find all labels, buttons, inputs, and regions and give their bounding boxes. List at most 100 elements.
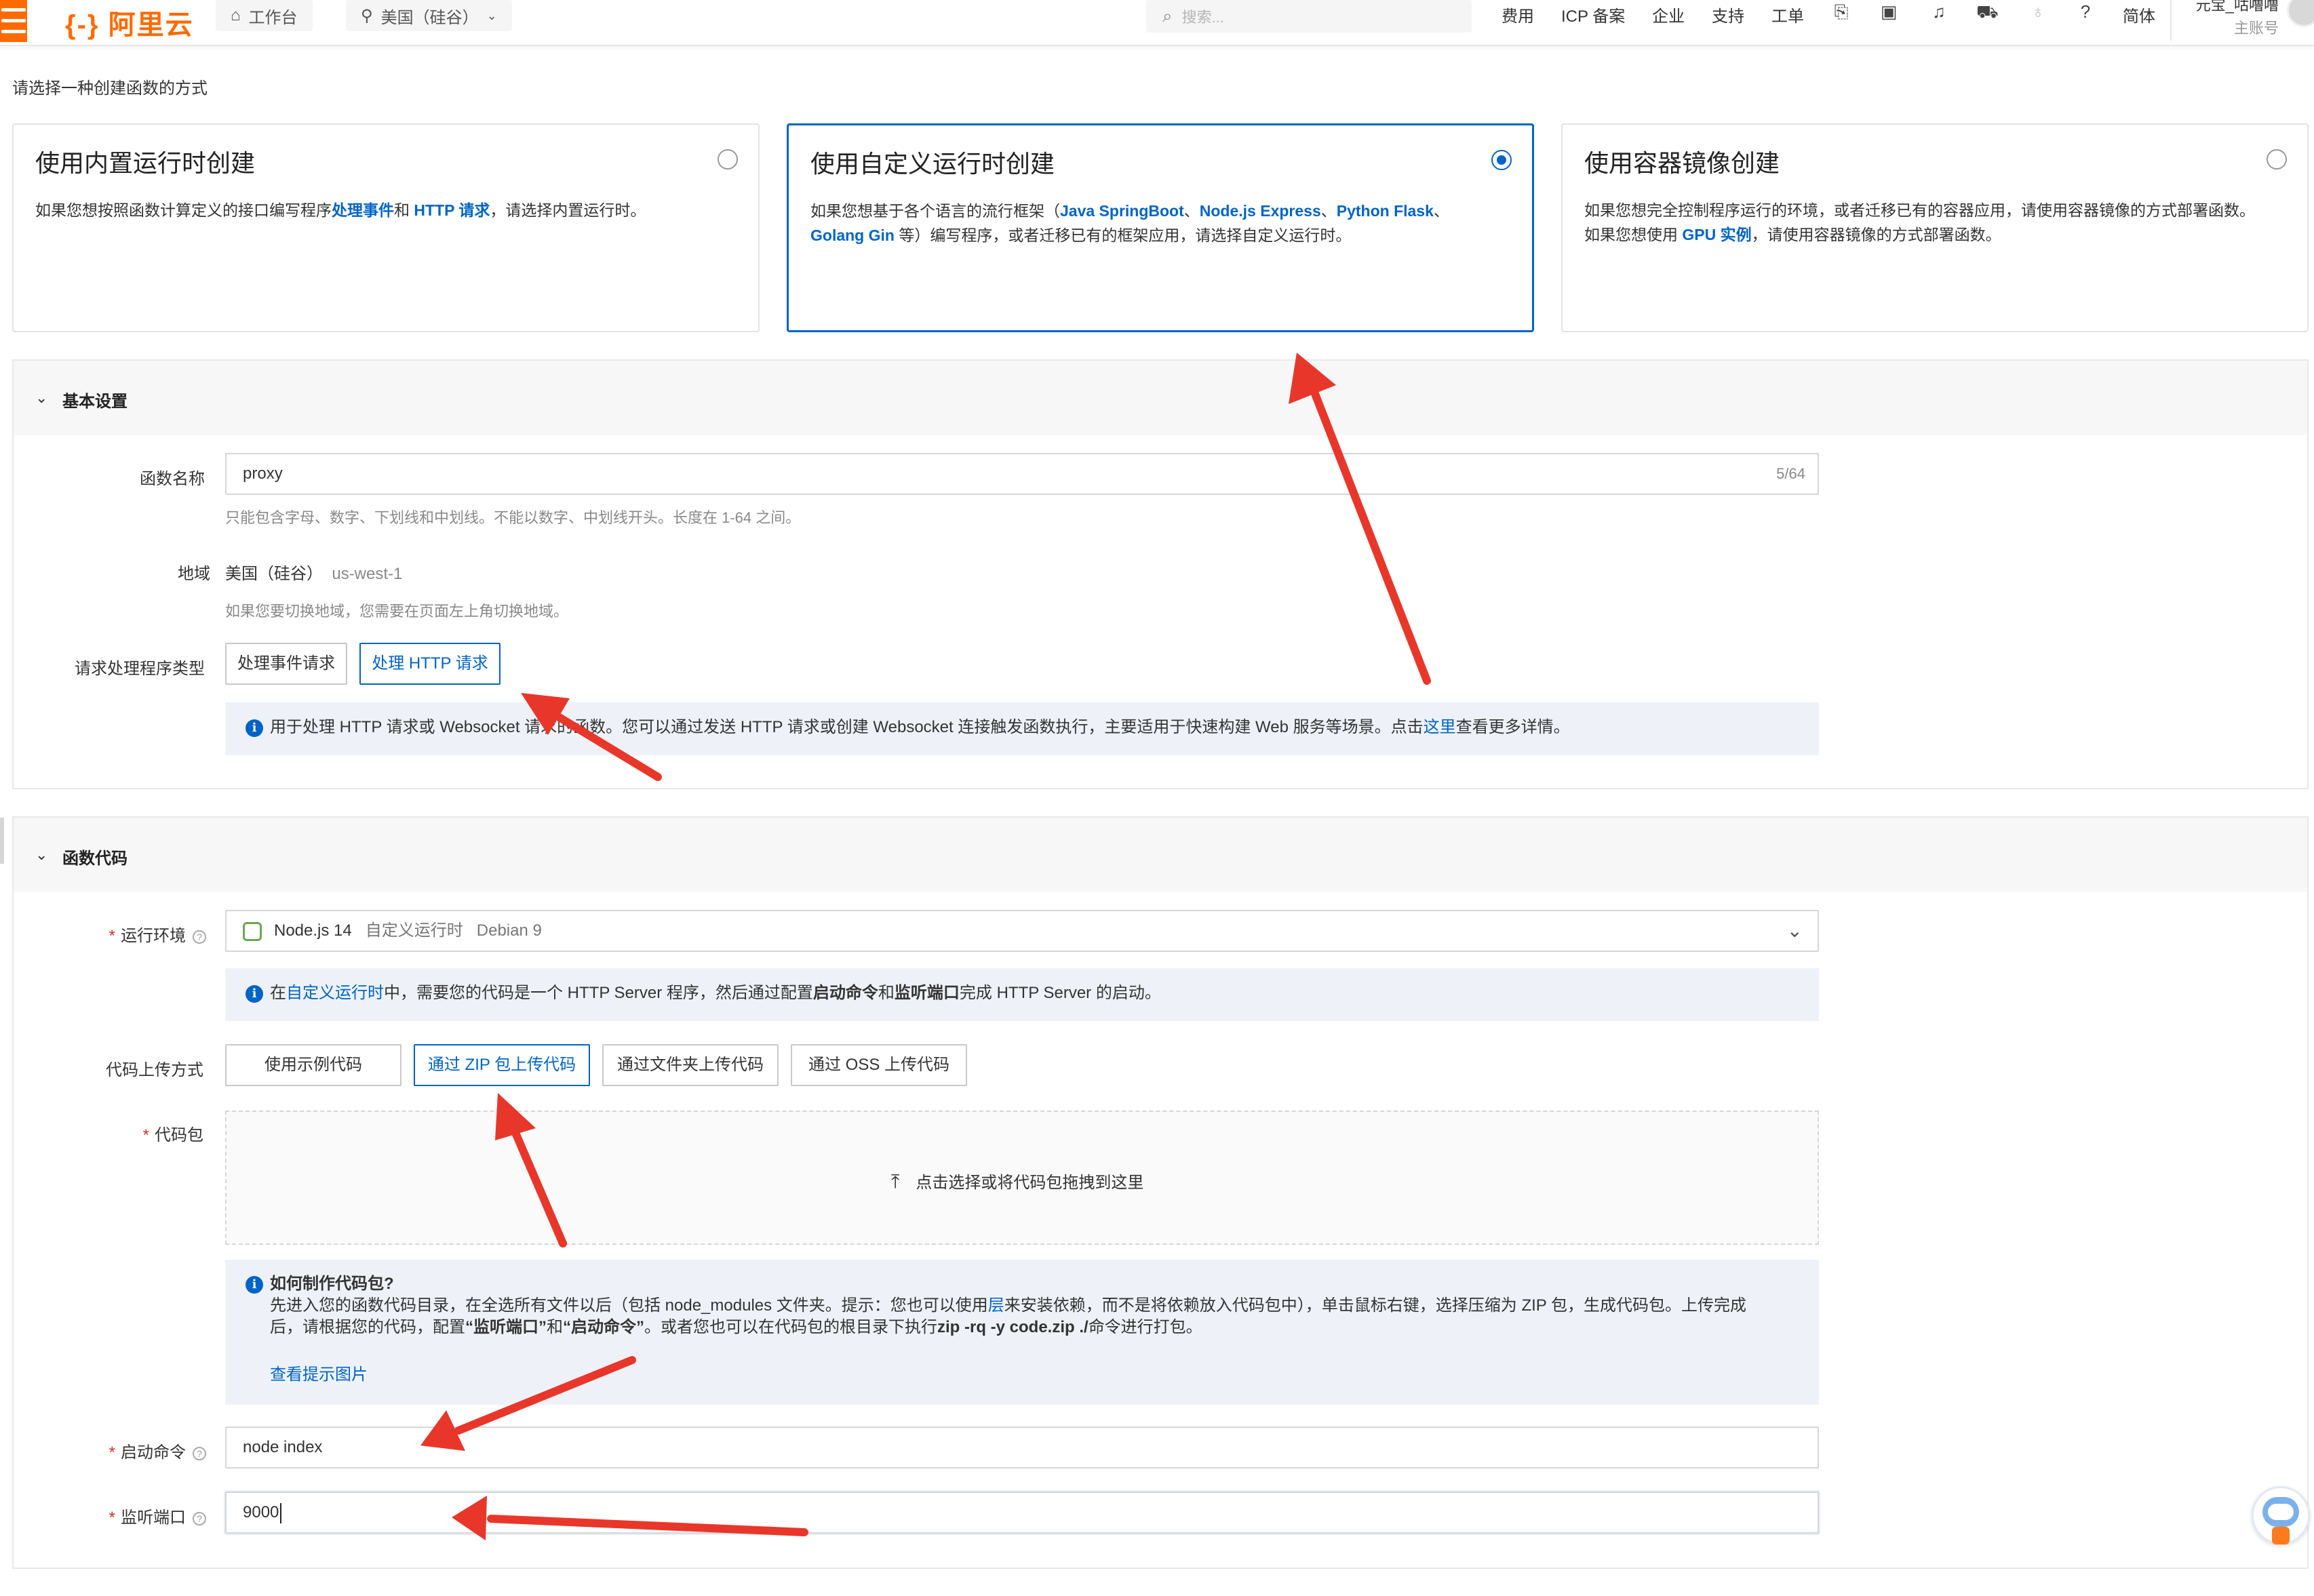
- region-field-value: 美国（硅谷） us-west-1: [225, 565, 403, 583]
- start-command-value: node index: [243, 1438, 323, 1456]
- handler-type-label: 请求处理程序类型: [75, 660, 205, 678]
- terminal-icon[interactable]: ▣: [1879, 1, 1899, 22]
- section-title: 函数代码: [62, 850, 128, 868]
- link-handle-event[interactable]: 处理事件: [332, 201, 394, 219]
- region-selector[interactable]: ⚲ 美国（硅谷） ⌄: [346, 0, 512, 31]
- runtime-label: * 运行环境?: [81, 922, 206, 946]
- card-description: 如果您想完全控制程序运行的环境，或者迁移已有的容器应用，请使用容器镜像的方式部署…: [1584, 201, 2255, 243]
- function-name-value: proxy: [243, 464, 283, 483]
- link-golang-gin[interactable]: Golang Gin: [810, 226, 895, 244]
- custom-runtime-link[interactable]: 自定义运行时: [286, 984, 384, 1002]
- card-builtin-runtime[interactable]: 使用内置运行时创建 如果您想按照函数计算定义的接口编写程序处理事件和 HTTP …: [12, 123, 760, 332]
- basic-settings-header[interactable]: ⌄ 基本设置: [14, 361, 2307, 435]
- start-command-label: * 启动命令?: [81, 1439, 206, 1462]
- account-menu[interactable]: 元宝_咕噜噜 主账号: [2170, 0, 2279, 41]
- runtime-name: Node.js 14: [274, 921, 352, 940]
- function-name-hint: 只能包含字母、数字、下划线和中划线。不能以数字、中划线开头。长度在 1-64 之…: [225, 509, 801, 526]
- runtime-os: Debian 9: [476, 921, 542, 940]
- card-title: 使用自定义运行时创建: [810, 150, 1055, 178]
- section-title: 基本设置: [62, 393, 128, 411]
- card-custom-runtime[interactable]: 使用自定义运行时创建 如果您想基于各个语言的流行框架（Java SpringBo…: [787, 123, 1534, 332]
- function-name-label: 函数名称: [140, 470, 205, 488]
- upload-oss-option[interactable]: 通过 OSS 上传代码: [791, 1044, 967, 1086]
- upload-sample-option[interactable]: 使用示例代码: [225, 1044, 401, 1086]
- package-howto-box: i 如何制作代码包? 先进入您的函数代码目录，在全选所有文件以后（包括 node_…: [225, 1260, 1819, 1405]
- avatar[interactable]: [2287, 0, 2314, 27]
- nav-enterprise[interactable]: 企业: [1652, 3, 1685, 26]
- upload-method-label: 代码上传方式: [106, 1061, 203, 1079]
- listen-port-input[interactable]: 9000: [225, 1492, 1819, 1534]
- api-icon[interactable]: ⎘: [1831, 1, 1851, 22]
- region-field-label: 地域: [178, 565, 210, 583]
- link-nodejs-express[interactable]: Node.js Express: [1200, 202, 1321, 220]
- nav-support[interactable]: 支持: [1712, 3, 1744, 26]
- language-switch[interactable]: 简体: [2123, 3, 2155, 26]
- start-command-input[interactable]: node index: [225, 1427, 1819, 1469]
- card-container-image[interactable]: 使用容器镜像创建 如果您想完全控制程序运行的环境，或者迁移已有的容器应用，请使用…: [1561, 123, 2309, 332]
- info-icon: i: [246, 984, 263, 1003]
- nav-ticket[interactable]: 工单: [1771, 3, 1804, 26]
- text-cursor: [280, 1502, 282, 1523]
- more-details-link[interactable]: 这里: [1424, 718, 1456, 736]
- create-method-prompt: 请选择一种创建函数的方式: [12, 79, 208, 98]
- howto-line-2: 后，请根据您的代码，配置“监听端口”和“启动命令”。或者您也可以在代码包的根目录…: [270, 1318, 1202, 1336]
- link-java-springboot[interactable]: Java SpringBoot: [1060, 202, 1184, 220]
- radio-container-image[interactable]: [2267, 149, 2287, 169]
- view-tip-image-link[interactable]: 查看提示图片: [270, 1365, 368, 1384]
- nav-billing[interactable]: 费用: [1502, 3, 1534, 26]
- search-input[interactable]: ⌕ 搜索...: [1146, 0, 1472, 33]
- help-icon[interactable]: ?: [193, 930, 206, 944]
- listen-port-value: 9000: [243, 1503, 279, 1521]
- bell-icon[interactable]: ♫: [1929, 1, 1949, 22]
- listen-port-label: * 监听端口?: [81, 1504, 206, 1528]
- runtime-info-box: i 在自定义运行时中，需要您的代码是一个 HTTP Server 程序，然后通过配…: [225, 968, 1819, 1021]
- search-icon: ⌕: [1162, 5, 1173, 26]
- upload-zip-option[interactable]: 通过 ZIP 包上传代码: [414, 1044, 590, 1086]
- dropzone-text: ⤒ 点击选择或将代码包拖拽到这里: [891, 1171, 1144, 1192]
- info-icon: i: [246, 719, 263, 737]
- workbench-button[interactable]: ⌂ 工作台: [216, 0, 313, 31]
- help-icon[interactable]: ?: [193, 1446, 206, 1460]
- function-name-input[interactable]: proxy 5/64: [225, 453, 1819, 495]
- radio-custom-runtime[interactable]: [1491, 150, 1512, 170]
- info-icon: i: [246, 1275, 263, 1294]
- handler-event-option[interactable]: 处理事件请求: [225, 643, 347, 685]
- assistant-robot-icon[interactable]: [2246, 1482, 2314, 1558]
- chevron-down-icon: ⌄: [35, 389, 48, 406]
- handler-http-option[interactable]: 处理 HTTP 请求: [359, 643, 501, 685]
- link-gpu-instance[interactable]: GPU 实例: [1682, 226, 1751, 243]
- help-icon[interactable]: ?: [193, 1511, 206, 1525]
- code-package-label: * 代码包: [142, 1126, 203, 1144]
- link-http-request[interactable]: HTTP 请求: [414, 201, 490, 219]
- howto-title: i 如何制作代码包?: [246, 1273, 1799, 1295]
- top-navigation-bar: {-} 阿里云 ⌂ 工作台 ⚲ 美国（硅谷） ⌄ ⌕ 搜索... 费用 ICP …: [0, 0, 2314, 46]
- help-icon[interactable]: ?: [2075, 1, 2096, 22]
- account-type: 主账号: [2233, 20, 2279, 37]
- cart-icon[interactable]: ⛟: [1976, 1, 1999, 22]
- handler-info-box: i 用于处理 HTTP 请求或 Websocket 请求的函数。您可以通过发送 H…: [225, 702, 1819, 755]
- lightbulb-icon[interactable]: ♁: [2028, 1, 2048, 22]
- card-description: 如果您想按照函数计算定义的接口编写程序处理事件和 HTTP 请求，请选择内置运行…: [35, 201, 646, 219]
- card-title: 使用内置运行时创建: [35, 149, 256, 177]
- function-code-header[interactable]: ⌄ 函数代码: [14, 818, 2307, 892]
- code-package-dropzone[interactable]: ⤒ 点击选择或将代码包拖拽到这里: [225, 1111, 1819, 1245]
- upload-folder-option[interactable]: 通过文件夹上传代码: [602, 1044, 779, 1086]
- aliyun-logo[interactable]: {-} 阿里云: [65, 3, 194, 42]
- card-description: 如果您想基于各个语言的流行框架（Java SpringBoot、Node.js …: [810, 202, 1449, 244]
- location-pin-icon: ⚲: [361, 6, 373, 25]
- runtime-type: 自定义运行时: [365, 921, 463, 940]
- runtime-select[interactable]: Node.js 14 自定义运行时 Debian 9 ⌄: [225, 910, 1819, 952]
- howto-line-1: 先进入您的函数代码目录，在全选所有文件以后（包括 node_modules 文件…: [270, 1296, 1747, 1315]
- link-python-flask[interactable]: Python Flask: [1337, 202, 1434, 220]
- workbench-label: 工作台: [248, 8, 298, 27]
- hamburger-menu-button[interactable]: [0, 0, 27, 42]
- account-name: 元宝_咕噜噜: [2195, 0, 2279, 14]
- panel-edge-marker: [0, 818, 4, 864]
- region-label: 美国（硅谷）: [380, 8, 479, 27]
- radio-builtin-runtime[interactable]: [718, 149, 738, 169]
- nodejs-icon: [243, 921, 262, 941]
- card-title: 使用容器镜像创建: [1584, 149, 1780, 177]
- layer-link[interactable]: 层: [988, 1296, 1004, 1315]
- nav-icp[interactable]: ICP 备案: [1561, 3, 1625, 26]
- region-field-hint: 如果您要切换地域，您需要在页面左上角切换地域。: [225, 603, 569, 620]
